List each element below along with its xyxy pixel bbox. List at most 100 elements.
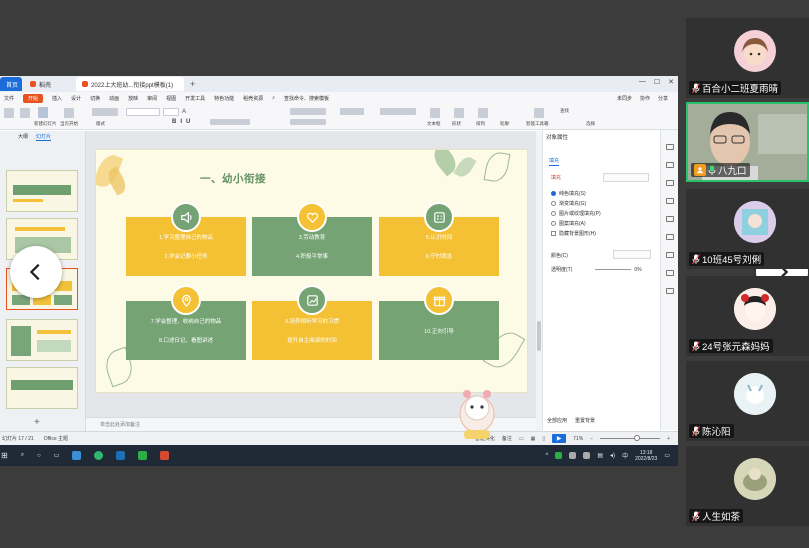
menu-features[interactable]: 特色功能 [214, 95, 234, 102]
collab-button[interactable]: 协作 [640, 95, 650, 102]
menu-slideshow[interactable]: 放映 [128, 95, 138, 102]
slide-thumbnail[interactable] [6, 170, 78, 212]
reading-view-icon[interactable]: ▯ [542, 436, 545, 442]
task-view-icon[interactable]: ▭ [54, 452, 60, 459]
hide-background-option[interactable]: 隐藏背景图形(H) [551, 230, 596, 237]
sidebar-tool-icon[interactable] [666, 198, 674, 204]
fill-option[interactable]: 纯色填充(S) [551, 190, 586, 197]
previous-button[interactable] [10, 246, 62, 298]
menu-review[interactable]: 审阅 [147, 95, 157, 102]
app-icon[interactable] [72, 451, 82, 460]
new-tab-button[interactable]: + [190, 79, 195, 89]
tray-arrow-icon[interactable]: ^ [546, 453, 549, 459]
clock[interactable]: 13:18 2022/8/23 [635, 450, 657, 462]
font-size-up-button[interactable]: A [182, 109, 186, 115]
fill-option[interactable]: 图案填充(A) [551, 220, 586, 227]
participant-tile[interactable]: 百合小二班夏雨晴 [686, 18, 809, 98]
slide-thumbnail[interactable] [6, 319, 78, 361]
app-icon[interactable] [94, 451, 104, 460]
scrollbar-thumb[interactable] [537, 321, 541, 351]
slide-thumbnail[interactable] [6, 367, 78, 409]
fill-color-select[interactable] [603, 173, 649, 182]
bold-italic-underline-buttons[interactable]: BIU [172, 119, 194, 125]
zoom-out-button[interactable]: − [590, 436, 593, 442]
play-from-current-icon[interactable] [64, 108, 74, 118]
menu-transition[interactable]: 切换 [90, 95, 100, 102]
app-icon[interactable] [116, 451, 126, 460]
maximize-icon[interactable]: ☐ [654, 78, 660, 86]
sidebar-tool-icon[interactable] [666, 288, 674, 294]
menu-design[interactable]: 设计 [71, 95, 81, 102]
menu-view[interactable]: 视图 [166, 95, 176, 102]
close-icon[interactable]: ✕ [668, 78, 674, 86]
text-format-buttons[interactable] [210, 119, 250, 125]
layout-dropdown[interactable] [92, 108, 118, 116]
align-buttons[interactable] [290, 119, 326, 125]
windows-start-icon[interactable]: ⊞ [1, 451, 8, 460]
sidebar-tool-icon[interactable] [666, 162, 674, 168]
network-icon[interactable]: ▤ [597, 452, 603, 459]
find-button[interactable]: 查找 [560, 108, 569, 114]
sync-status[interactable]: 未同步 [617, 95, 632, 102]
reset-background-button[interactable]: 重置背景 [575, 417, 595, 424]
minimize-icon[interactable]: — [639, 78, 646, 86]
play-slideshow-button[interactable]: ▶ [552, 434, 567, 443]
menu-search[interactable]: 查找命令、搜索模板 [284, 95, 329, 102]
menu-animation[interactable]: 动画 [109, 95, 119, 102]
paste-icon[interactable] [4, 108, 14, 118]
outline-label[interactable]: 轮廓 [500, 121, 509, 127]
text-box-label[interactable]: 文本框 [427, 121, 441, 127]
tray-app-icon[interactable] [583, 452, 591, 459]
tray-app-icon[interactable] [555, 452, 563, 459]
arrange-buttons[interactable] [380, 108, 416, 115]
zoom-slider[interactable] [600, 435, 661, 442]
text-box-icon[interactable] [430, 108, 440, 118]
tray-app-icon[interactable] [569, 452, 577, 459]
menu-insert[interactable]: 插入 [52, 95, 62, 102]
menu-developer[interactable]: 开发工具 [185, 95, 205, 102]
participant-tile[interactable]: 陈沁阳 [686, 361, 809, 441]
smart-tools-icon[interactable] [534, 108, 544, 118]
tab-ppt-document[interactable]: 2022上大班幼...衔接ppt模板(1) [76, 77, 184, 91]
format-painter-icon[interactable] [20, 108, 30, 118]
menu-docer[interactable]: 稻壳资源 [243, 95, 263, 102]
arrange-label[interactable]: 排列 [476, 121, 485, 127]
text-direction-buttons[interactable] [340, 108, 364, 115]
wechat-icon[interactable] [138, 451, 148, 460]
fill-option[interactable]: 图片或纹理填充(P) [551, 210, 601, 217]
layout-label[interactable]: 版式 [96, 121, 105, 127]
add-slide-button[interactable]: + [34, 417, 40, 428]
cortana-icon[interactable]: ○ [37, 453, 41, 459]
sidebar-tool-icon[interactable] [666, 144, 674, 150]
zoom-in-button[interactable]: + [667, 436, 670, 442]
search-icon[interactable]: ⌕ [272, 95, 275, 101]
notes-toggle[interactable]: 备注 [502, 435, 512, 442]
participant-tile[interactable]: 人生如茶 [686, 446, 809, 526]
sorter-view-icon[interactable]: ▦ [531, 436, 536, 442]
normal-view-icon[interactable]: ▭ [519, 436, 524, 442]
participant-tile-speaking[interactable]: 八九口 [686, 102, 809, 182]
font-size-select[interactable] [163, 108, 179, 116]
tab-docer[interactable]: 稻壳 [24, 77, 74, 91]
participant-tile[interactable]: 24号张元森妈妈 [686, 276, 809, 356]
sidebar-tool-icon[interactable] [666, 180, 674, 186]
apply-all-button[interactable]: 全部应用 [547, 417, 567, 424]
fill-option[interactable]: 渐变填充(G) [551, 200, 586, 207]
shape-icon[interactable] [454, 108, 464, 118]
tab-home[interactable]: 首页 [0, 77, 22, 91]
arrange-icon[interactable] [478, 108, 488, 118]
notification-icon[interactable]: ▭ [664, 452, 670, 459]
wps-icon[interactable] [160, 451, 170, 460]
menu-file[interactable]: 文件 [4, 95, 14, 102]
smart-tools-label[interactable]: 智能工具箱 [526, 121, 549, 127]
sidebar-tool-icon[interactable] [666, 252, 674, 258]
font-family-select[interactable] [126, 108, 160, 116]
sidebar-tool-icon[interactable] [666, 270, 674, 276]
current-slide[interactable]: 一、幼小衔接 1.学习整理自己的物品 2.学会记要小任务 3.劳动教育 4.积极… [95, 149, 528, 393]
ime-icon[interactable]: 中 [622, 451, 628, 460]
tab-slides[interactable]: 幻灯片 [36, 133, 52, 141]
search-icon[interactable]: ⌕ [21, 452, 24, 459]
new-slide-icon[interactable] [38, 107, 48, 118]
transparency-slider[interactable] [595, 268, 632, 271]
participant-tile[interactable]: 10班45号刘俐 [686, 189, 809, 269]
